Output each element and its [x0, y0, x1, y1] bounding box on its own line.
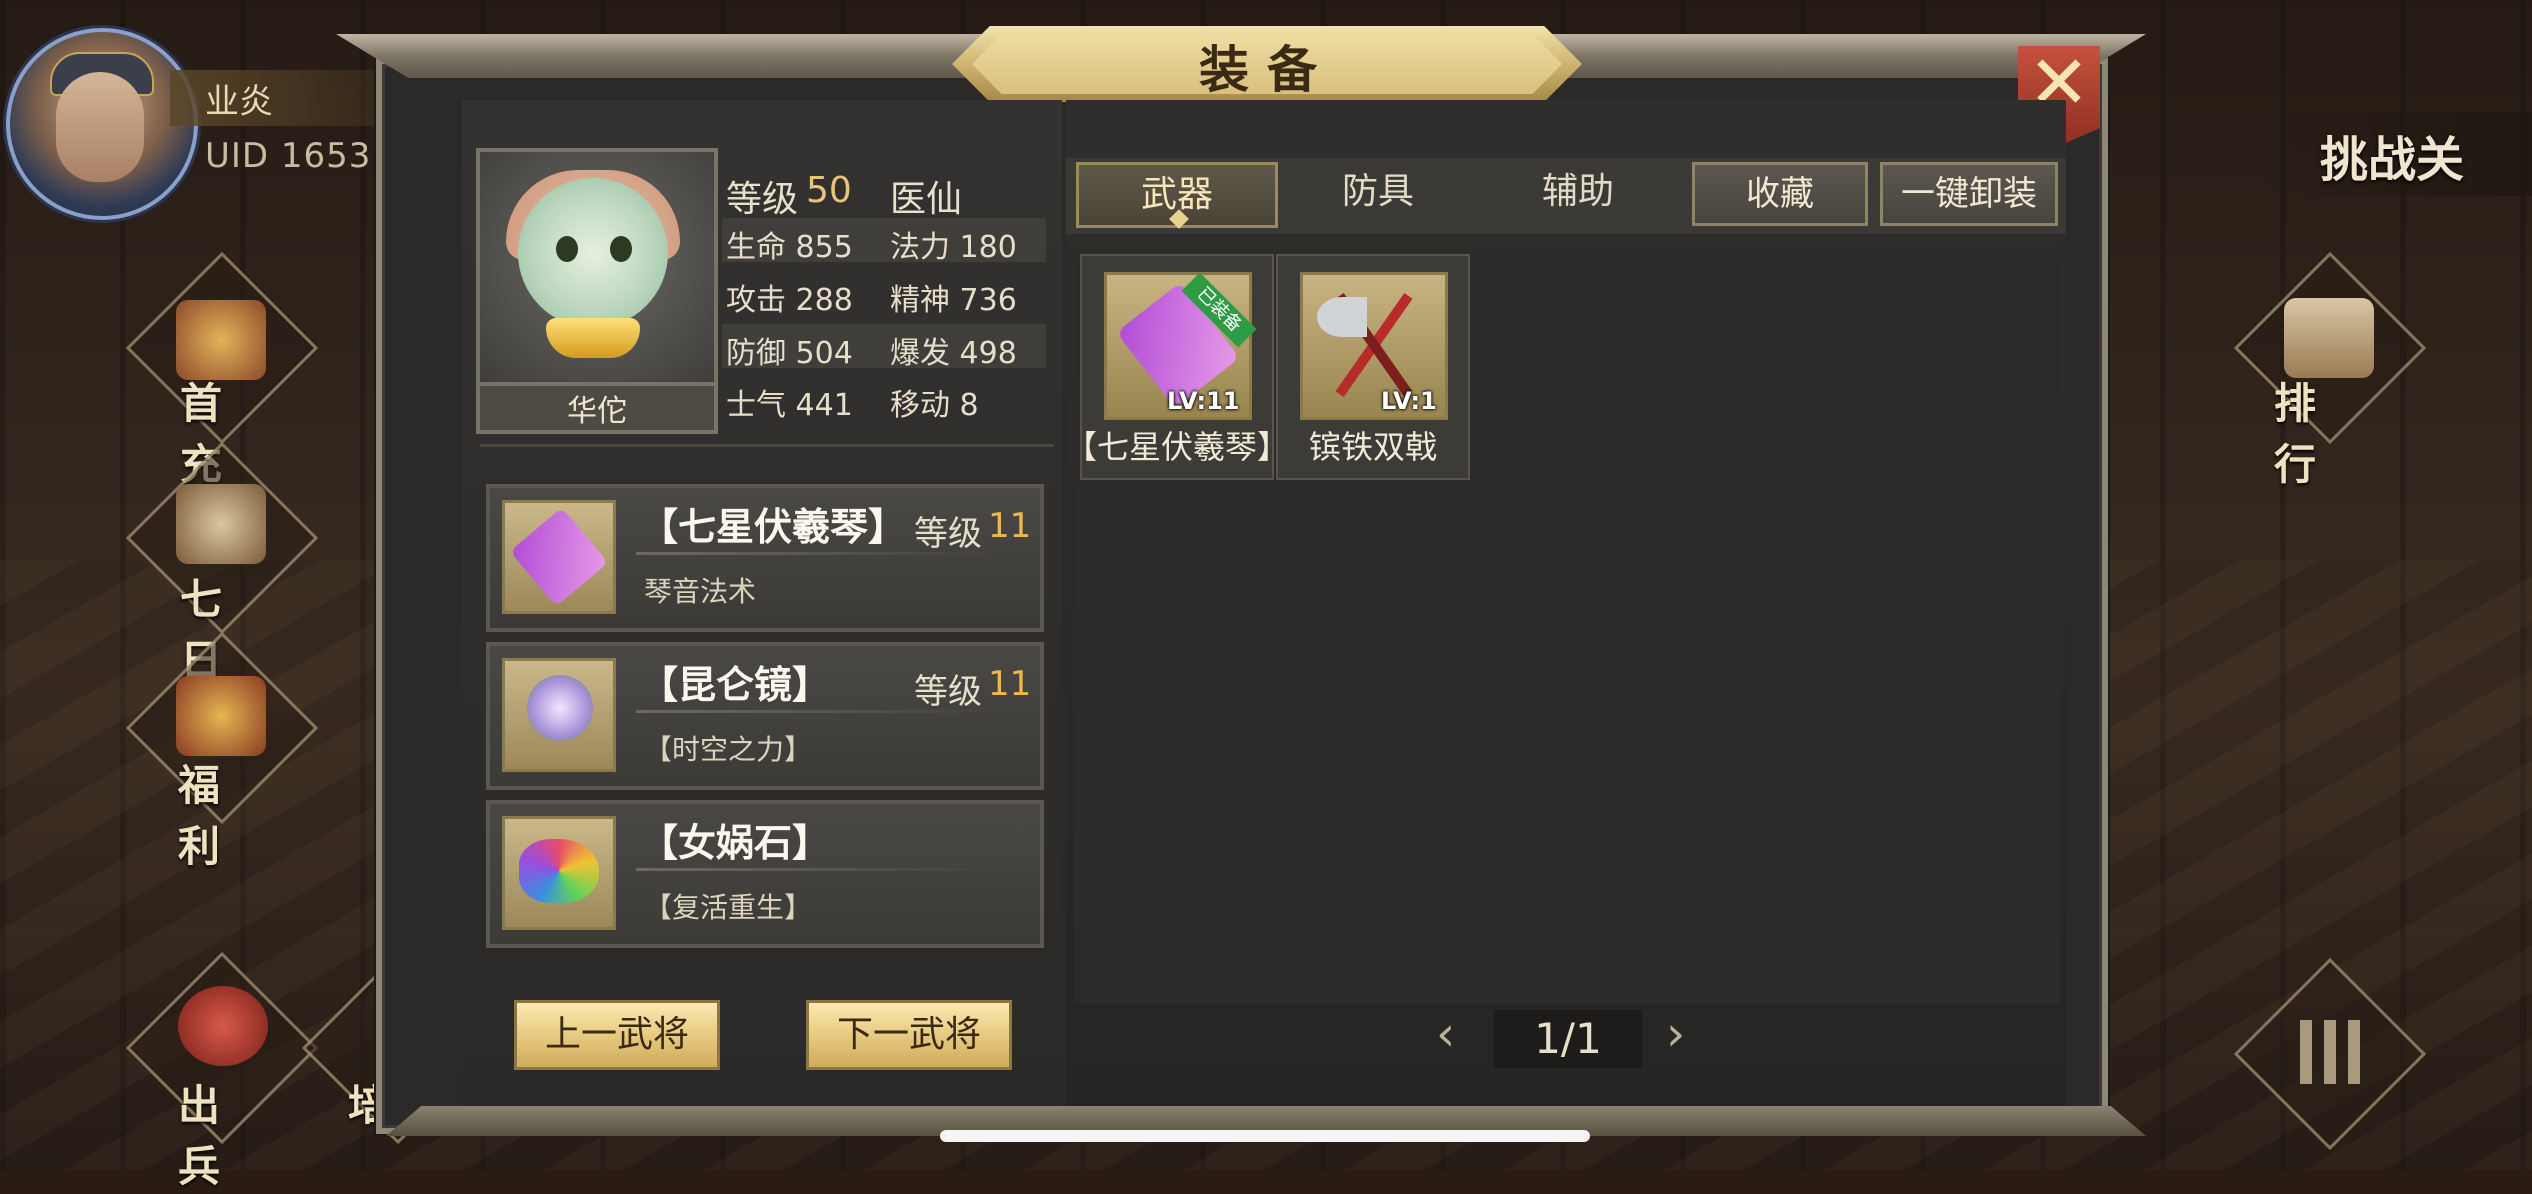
stat-move: 移动 8 — [890, 388, 979, 423]
item-level: LV:1 — [1381, 387, 1437, 415]
gold-ingot-icon — [546, 318, 640, 358]
tab-accessory[interactable]: 辅助 — [1480, 162, 1676, 222]
side-label-ranking: 排行 — [2274, 379, 2317, 489]
avatar-face — [56, 72, 144, 182]
drum-icon — [178, 986, 268, 1066]
home-indicator[interactable] — [940, 1130, 1590, 1142]
card-separator — [636, 552, 996, 555]
ranking-board-icon — [2284, 298, 2374, 378]
hero-class: 医仙 — [890, 179, 963, 220]
equipped-armor-level-label: 等级 — [914, 672, 982, 712]
stat-hp: 生命 855 — [726, 230, 853, 265]
equipped-accessory-name: 【女娲石】 — [640, 821, 831, 865]
challenge-button[interactable]: 挑战关 — [2320, 120, 2464, 190]
next-hero-label: 下一武将 — [836, 1014, 981, 1055]
hero-name: 华佗 — [567, 394, 627, 429]
hero-eye-left — [556, 236, 578, 262]
qin-instrument-icon — [509, 507, 609, 607]
scroll-icon — [176, 484, 266, 564]
hero-level-label: 等级 — [726, 179, 799, 220]
equipped-accessory-desc: 【复活重生】 — [644, 891, 813, 924]
card-separator — [636, 868, 996, 871]
hero-face-art — [518, 178, 668, 328]
inventory-item[interactable]: LV:1 镔铁双戟 — [1276, 254, 1470, 480]
tab-armor[interactable]: 防具 — [1280, 162, 1476, 222]
stat-spirit: 精神 736 — [890, 283, 1017, 318]
stat-attack: 攻击 288 — [726, 283, 853, 318]
rainbow-stone-icon — [519, 839, 599, 903]
menu-bars-icon — [2300, 1020, 2360, 1084]
side-label-dispatch: 出兵 — [178, 1081, 221, 1191]
gift-icon — [176, 300, 266, 380]
item-icon-halberd: LV:1 — [1300, 272, 1448, 420]
equipped-accessory-icon — [502, 816, 616, 930]
stat-burst: 爆发 498 — [890, 336, 1017, 371]
card-separator — [636, 710, 996, 713]
equipped-armor-icon — [502, 658, 616, 772]
page-prev-button[interactable]: ‹ — [1436, 1006, 1455, 1062]
equipped-weapon-icon — [502, 500, 616, 614]
item-name: 【七星伏羲琴】 — [1064, 428, 1289, 466]
page-next-button[interactable]: › — [1666, 1006, 1685, 1062]
treasure-chest-icon — [176, 676, 266, 756]
stat-mp: 法力 180 — [890, 230, 1017, 265]
player-name: 业炎 — [205, 82, 273, 122]
equipped-weapon-name: 【七星伏羲琴】 — [640, 505, 907, 549]
equipped-weapon-level: 11 — [988, 506, 1032, 546]
hero-eye-right — [610, 236, 632, 262]
equipped-armor-desc: 【时空之力】 — [644, 733, 813, 766]
stat-morale: 士气 441 — [726, 388, 853, 423]
inventory-item[interactable]: 已装备 LV:11 【七星伏羲琴】 — [1065, 254, 1289, 480]
collect-button[interactable]: 收藏 — [1692, 162, 1868, 226]
unequip-all-button[interactable]: 一键卸装 — [1880, 162, 2058, 226]
side-label-welfare: 福利 — [178, 761, 221, 871]
mirror-icon — [527, 675, 593, 741]
dialog-title: 装备 — [1199, 41, 1335, 99]
item-level: LV:11 — [1167, 387, 1240, 415]
item-name: 镔铁双戟 — [1308, 428, 1437, 466]
prev-hero-label: 上一武将 — [544, 1014, 689, 1055]
equipped-weapon-desc: 琴音法术 — [644, 575, 757, 608]
equipped-weapon-level-label: 等级 — [914, 514, 982, 554]
prev-hero-button[interactable]: 上一武将 — [514, 1000, 720, 1070]
equipped-armor-level: 11 — [988, 664, 1032, 704]
axe-blade-icon — [1317, 297, 1367, 337]
next-hero-button[interactable]: 下一武将 — [806, 1000, 1012, 1070]
equipped-armor-name: 【昆仑镜】 — [640, 663, 831, 707]
page-indicator: 1/1 — [1534, 1014, 1602, 1063]
hero-panel-divider — [480, 444, 1054, 447]
item-icon-qin: 已装备 LV:11 — [1104, 272, 1257, 420]
hero-level-value: 50 — [806, 170, 852, 211]
stat-defense: 防御 504 — [726, 336, 853, 371]
